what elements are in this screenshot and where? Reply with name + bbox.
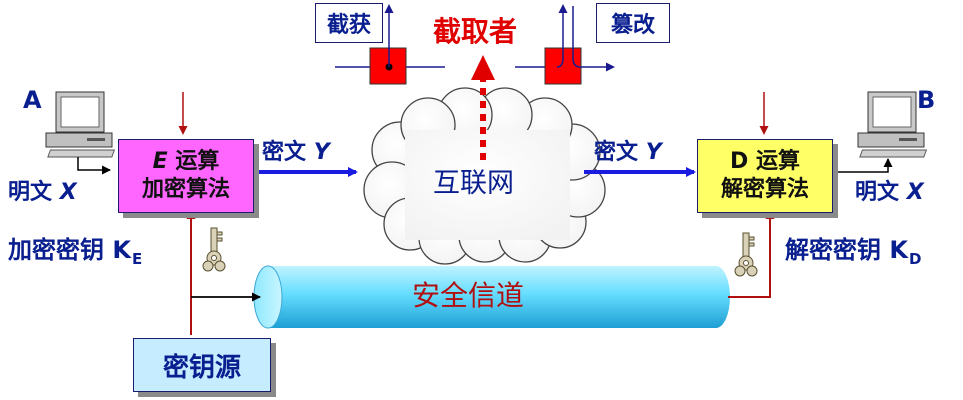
encryption-operation: 运算 <box>175 148 220 174</box>
encryption-model-diagram: 截获 篡改 截取者 A B E 运算 加密算法 D 运算 解密算法 明文 X 明… <box>0 0 963 400</box>
intercept-label-box: 截获 <box>315 3 383 43</box>
ciphertext-label-left: 密文 Y <box>262 142 330 164</box>
intercept-label: 截获 <box>326 13 371 38</box>
network-label: 互联网 <box>433 168 514 199</box>
encryption-algorithm-label: 加密算法 <box>141 177 230 202</box>
computer-icon <box>45 91 116 158</box>
encryption-key-subscript: E <box>131 250 143 268</box>
ciphertext-var-right: Y <box>645 140 662 165</box>
attacker-title: 截取者 <box>433 15 518 48</box>
receiver-plaintext-text: 明文 <box>855 180 900 205</box>
ciphertext-label-right: 密文 Y <box>594 142 662 164</box>
sender-plaintext-label: 明文 X <box>8 182 77 204</box>
sender-plaintext-var: X <box>59 180 77 205</box>
key-source-label: 密钥源 <box>162 352 241 383</box>
decryption-key-text: 解密密钥 K <box>785 236 908 264</box>
decryption-operation: 运算 <box>755 148 800 174</box>
sender-plaintext-arrow <box>77 157 111 175</box>
ciphertext-text-left: 密文 <box>262 140 307 165</box>
encryption-key-text: 加密密钥 K <box>8 236 131 264</box>
secure-channel-label: 安全信道 <box>412 279 525 312</box>
key-icon <box>734 232 758 277</box>
sender-plaintext-text: 明文 <box>8 180 53 205</box>
encryption-operator: E <box>152 148 168 174</box>
receiver-plaintext-var: X <box>906 180 924 205</box>
receiver-node-label: B <box>917 86 936 114</box>
tamper-label-box: 篡改 <box>596 3 670 43</box>
decryption-key-subscript: D <box>908 250 922 268</box>
encryption-box-line1: E 运算 <box>153 148 220 176</box>
encryption-key-label: 加密密钥 KE <box>8 238 142 267</box>
decryption-box-line1: D 运算 <box>730 148 800 176</box>
tamper-label: 篡改 <box>610 13 655 38</box>
key-source-box: 密钥源 <box>133 338 271 392</box>
ciphertext-var-left: Y <box>313 140 330 165</box>
receiver-plaintext-arrow <box>832 158 893 173</box>
decryption-key-label: 解密密钥 KD <box>785 238 921 267</box>
key-icon <box>202 227 226 272</box>
encryption-algorithm-box: E 运算 加密算法 <box>118 139 254 213</box>
ciphertext-text-right: 密文 <box>594 140 639 165</box>
decryption-operator: D <box>730 148 749 174</box>
decryption-algorithm-label: 解密算法 <box>720 177 809 202</box>
receiver-plaintext-label: 明文 X <box>855 182 924 204</box>
decryption-algorithm-box: D 运算 解密算法 <box>697 139 833 213</box>
sender-node-label: A <box>23 86 42 114</box>
